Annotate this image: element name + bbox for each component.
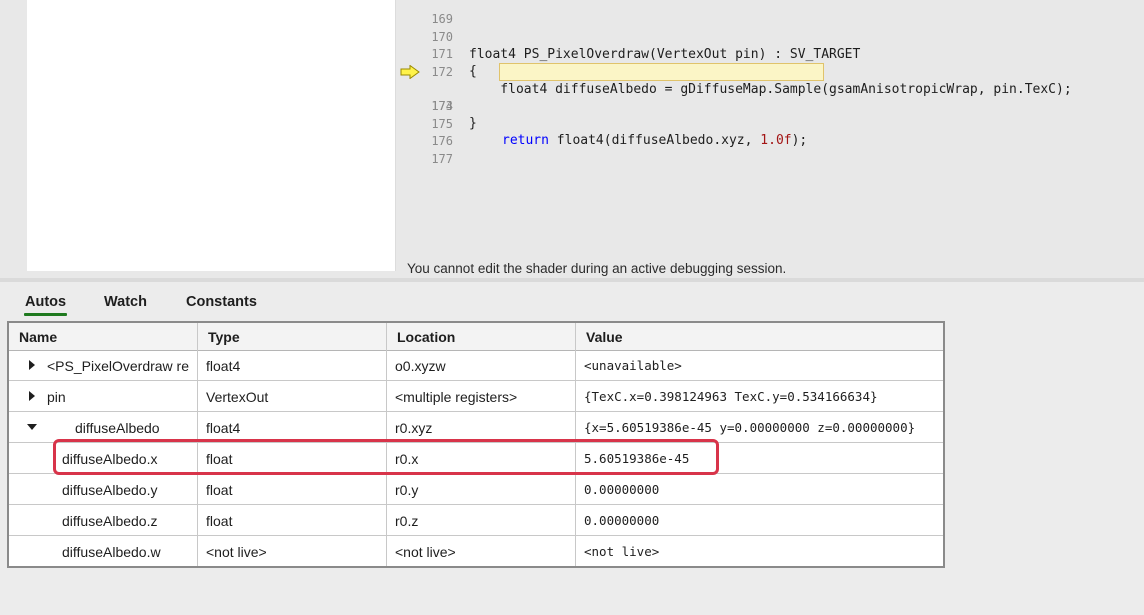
location-cell: o0.xyzw [387,350,576,380]
table-row[interactable]: <PS_PixelOverdraw re float4 o0.xyzw <una… [9,350,943,381]
table-header: Name Type Location Value [9,323,943,351]
value-cell: 0.00000000 [584,482,660,497]
code-line-173-current: 173 return float4(diffuseAlbedo.xyz, 1.0… [395,63,1144,148]
name-cell: diffuseAlbedo.x [9,443,198,473]
code-line-171: 171 { [395,29,1144,79]
location-cell: r0.x [387,443,576,473]
value-cell: 5.60519386e-45 [584,451,690,466]
value-cell: <unavailable> [584,358,682,373]
tab-autos[interactable]: Autos [23,294,68,316]
name-cell: diffuseAlbedo.z [9,505,198,535]
table-row[interactable]: diffuseAlbedo.y float r0.y 0.00000000 [9,474,943,505]
code-line-169: 169 [395,0,1144,26]
code-editor[interactable]: 169 170 float4 PS_PixelOverdraw(VertexOu… [395,0,1144,258]
tab-constants[interactable]: Constants [186,294,257,310]
value-cell: {TexC.x=0.398124963 TexC.y=0.534166634} [584,389,878,404]
type-cell: float4 [198,412,387,442]
debug-tabs: Autos Watch Constants [0,284,1144,320]
name-cell: <PS_PixelOverdraw re [9,350,198,380]
expand-arrow-icon[interactable] [29,360,35,370]
code-line-174: 174 } [395,81,1144,131]
table-row-selected-child[interactable]: diffuseAlbedo.x float r0.x 5.60519386e-4… [9,443,943,474]
bottom-empty-area [0,568,1144,615]
expand-arrow-icon[interactable] [29,391,35,401]
column-header-type[interactable]: Type [198,323,387,350]
location-cell: r0.z [387,505,576,535]
column-header-name[interactable]: Name [9,323,198,350]
arrow-right-icon [400,65,420,79]
type-cell: float [198,474,387,504]
column-header-value[interactable]: Value [576,323,943,350]
table-row[interactable]: diffuseAlbedo.z float r0.z 0.00000000 [9,505,943,536]
shader-editor-panel: 169 170 float4 PS_PixelOverdraw(VertexOu… [0,0,1144,278]
code-line-176: 176 [395,116,1144,148]
code-line-170: 170 float4 PS_PixelOverdraw(VertexOut pi… [395,12,1144,62]
table-row[interactable]: pin VertexOut <multiple registers> {TexC… [9,381,943,412]
location-cell: r0.xyz [387,412,576,442]
location-cell: <not live> [387,536,576,566]
table-row[interactable]: diffuseAlbedo.w <not live> <not live> <n… [9,536,943,567]
type-cell: float [198,443,387,473]
current-statement-highlight [499,63,824,81]
type-cell: <not live> [198,536,387,566]
readonly-message: You cannot edit the shader during an act… [407,261,787,276]
table-row[interactable]: diffuseAlbedo float4 r0.xyz {x=5.6051938… [9,412,943,443]
column-header-location[interactable]: Location [387,323,576,350]
name-cell: diffuseAlbedo [9,412,198,442]
type-cell: float4 [198,350,387,380]
tab-watch[interactable]: Watch [104,294,147,310]
autos-table: Name Type Location Value <PS_PixelOverdr… [7,321,945,568]
code-line-172: 172 float4 diffuseAlbedo = gDiffuseMap.S… [395,47,1144,97]
value-cell: 0.00000000 [584,513,660,528]
location-cell: <multiple registers> [387,381,576,411]
type-cell: float [198,505,387,535]
name-cell: diffuseAlbedo.y [9,474,198,504]
type-cell: VertexOut [198,381,387,411]
value-cell: <not live> [584,544,660,559]
panel-separator[interactable] [0,278,1144,282]
code-line-175: 175 [395,99,1144,131]
collapse-arrow-icon[interactable] [27,424,37,430]
code-line-177: 177 [395,134,1144,166]
name-cell: pin [9,381,198,411]
name-cell: diffuseAlbedo.w [9,536,198,566]
line-number: 177 [431,152,453,166]
location-cell: r0.y [387,474,576,504]
left-blank-pane [27,0,396,271]
value-cell: {x=5.60519386e-45 y=0.00000000 z=0.00000… [584,420,916,435]
